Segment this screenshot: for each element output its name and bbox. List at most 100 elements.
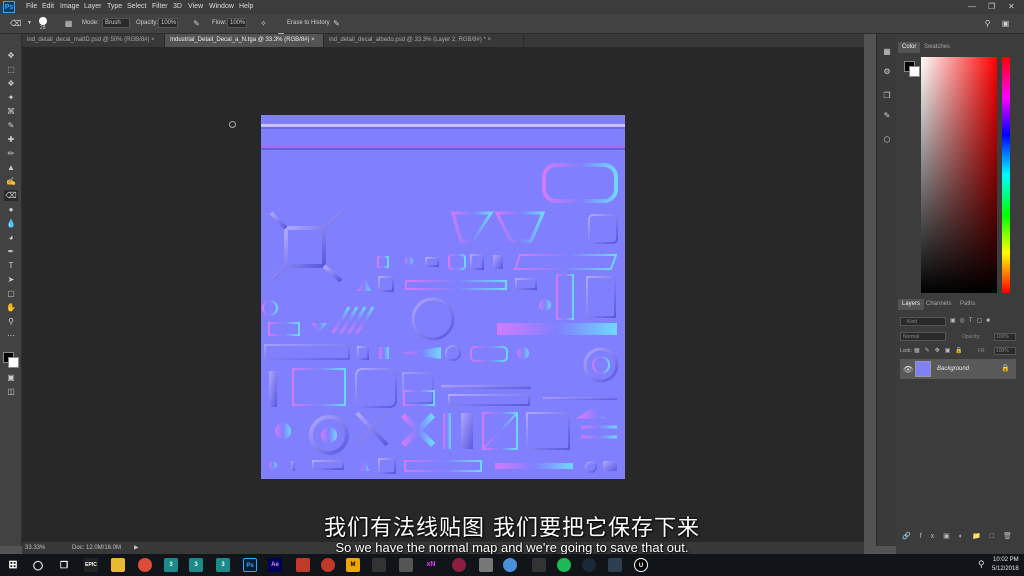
pressure-size-icon[interactable]: ✎ (331, 18, 342, 29)
photoshop-icon[interactable]: Ps (243, 558, 257, 572)
close-icon[interactable]: × (488, 37, 492, 43)
blend-mode-select[interactable]: Normal (900, 332, 946, 341)
menu-image[interactable]: Image (60, 3, 79, 10)
menu-filter[interactable]: Filter (152, 3, 168, 10)
taskbar-date[interactable]: 5/12/2018 (992, 566, 1019, 572)
eyedropper-icon[interactable]: ✎ (4, 120, 18, 131)
background-color-swatch[interactable] (8, 357, 19, 368)
menu-edit[interactable]: Edit (42, 3, 54, 10)
app-icon[interactable] (296, 558, 310, 572)
windows-icon[interactable]: ⊞ (6, 558, 20, 572)
app-icon[interactable] (321, 558, 335, 572)
tab-swatches[interactable]: Swatches (920, 42, 954, 53)
spotify-icon[interactable] (557, 558, 571, 572)
opacity-input[interactable]: 100% (158, 18, 178, 28)
healing-brush-icon[interactable]: ✚ (4, 134, 18, 145)
properties-panel-icon[interactable]: ⚙ (881, 66, 893, 78)
menu-view[interactable]: View (188, 3, 203, 10)
photoshop-logo[interactable]: Ps (3, 1, 15, 13)
zoom-tool-icon[interactable]: ⚲ (4, 316, 18, 327)
close-icon[interactable]: × (311, 37, 315, 43)
eraser-tool-icon[interactable]: ⌫ (10, 18, 21, 29)
color-spectrum[interactable] (921, 57, 997, 293)
menu-type[interactable]: Type (107, 3, 122, 10)
xnormal-icon[interactable]: xN (424, 558, 438, 572)
chevron-down-icon[interactable]: ▼ (24, 18, 35, 29)
menu-select[interactable]: Select (127, 3, 146, 10)
paint-bucket-icon[interactable]: ● (4, 204, 18, 215)
eye-icon[interactable]: 👁 (903, 365, 913, 374)
app-icon[interactable] (608, 558, 622, 572)
menu-file[interactable]: File (26, 3, 37, 10)
epic-icon[interactable]: EPIC (84, 558, 98, 572)
tab-matid[interactable]: ind_detail_decal_matID.psd @ 50% (RGB/8#… (22, 34, 165, 47)
layer-filter-input[interactable]: Kind (900, 317, 946, 326)
background-color-swatch[interactable] (909, 66, 920, 77)
pen-tool-icon[interactable]: ✒ (4, 246, 18, 257)
fill-input[interactable]: 100% (994, 347, 1016, 355)
history-brush-icon[interactable]: ✍ (4, 176, 18, 187)
flow-input[interactable]: 100% (227, 18, 247, 28)
unreal-icon[interactable]: U (634, 558, 648, 572)
app-icon[interactable] (372, 558, 386, 572)
lasso-tool-icon[interactable]: ❖ (4, 78, 18, 89)
blur-tool-icon[interactable]: 💧 (4, 218, 18, 229)
path-selection-icon[interactable]: ➤ (4, 274, 18, 285)
search-icon[interactable]: ⚲ (982, 18, 993, 29)
quick-mask-icon[interactable]: ▣ (4, 372, 18, 383)
hue-slider[interactable] (1002, 57, 1010, 293)
move-tool-icon[interactable]: ✥ (4, 50, 18, 61)
layer-filter-icons[interactable]: ▣◎T▢■ (950, 317, 994, 324)
taskview-icon[interactable]: ❐ (57, 558, 71, 572)
menu-3d[interactable]: 3D (173, 3, 182, 10)
layer-name[interactable]: Background (937, 366, 969, 372)
3dsmax-icon[interactable]: 3 (164, 558, 178, 572)
more-tools-icon[interactable]: ⋯ (4, 330, 18, 341)
app-icon[interactable] (479, 558, 493, 572)
pressure-opacity-icon[interactable]: ✎ (191, 18, 202, 29)
3dsmax-icon[interactable]: 3 (189, 558, 203, 572)
app-icon[interactable] (503, 558, 517, 572)
airbrush-icon[interactable]: ✧ (258, 18, 269, 29)
crop-tool-icon[interactable]: ⌘ (4, 106, 18, 117)
after-effects-icon[interactable]: Ae (268, 558, 282, 572)
menu-window[interactable]: Window (209, 3, 234, 10)
steam-icon[interactable] (582, 558, 596, 572)
tab-albedo[interactable]: ind_detail_decal_albedo.psd @ 33.3% (Lay… (324, 34, 524, 47)
dodge-tool-icon[interactable]: ◕ (4, 232, 18, 243)
history-panel-icon[interactable]: ▦ (881, 46, 893, 58)
tab-color[interactable]: Color (898, 42, 921, 53)
brush-presets-icon[interactable]: ✎ (881, 110, 893, 122)
close-icon[interactable]: ✕ (1008, 2, 1015, 11)
tab-paths[interactable]: Paths (956, 299, 979, 310)
menu-help[interactable]: Help (239, 3, 253, 10)
screen-mode-icon[interactable]: ◫ (4, 386, 18, 397)
3d-panel-icon[interactable]: ⬡ (881, 134, 893, 146)
app-icon[interactable] (532, 558, 546, 572)
tab-normal-map[interactable]: Industrial_Detail_Decal_a_N.tga @ 33.3% … (165, 34, 324, 47)
marquee-tool-icon[interactable]: ⬚ (4, 64, 18, 75)
menu-layer[interactable]: Layer (84, 3, 102, 10)
type-tool-icon[interactable]: T (4, 260, 18, 271)
restore-icon[interactable]: ❐ (988, 2, 995, 11)
marmoset-icon[interactable]: M (346, 558, 360, 572)
search-icon[interactable]: ◯ (31, 558, 45, 572)
clone-source-icon[interactable]: ❐ (881, 90, 893, 102)
normal-map-document[interactable] (261, 115, 625, 479)
clone-stamp-icon[interactable]: ▲ (4, 162, 18, 173)
layer-row-background[interactable]: 👁 Background 🔒 (900, 359, 1016, 379)
explorer-icon[interactable] (111, 558, 125, 572)
tab-channels[interactable]: Channels (922, 299, 955, 310)
brush-preview-icon[interactable] (39, 17, 47, 25)
app-icon[interactable] (399, 558, 413, 572)
network-icon[interactable]: ⚲ (978, 559, 985, 570)
hand-tool-icon[interactable]: ✋ (4, 302, 18, 313)
mode-select[interactable]: Brush (102, 18, 130, 28)
rectangle-tool-icon[interactable]: ▢ (4, 288, 18, 299)
chrome-icon[interactable] (138, 558, 152, 572)
lock-icons[interactable]: ▦✎✥▣🔒 (914, 347, 968, 354)
layer-opacity-input[interactable]: 100% (994, 333, 1016, 341)
tab-layers[interactable]: Layers (898, 299, 925, 310)
eraser-tool-icon[interactable]: ⌫ (4, 190, 18, 201)
workspace-icon[interactable]: ▣ (1000, 18, 1011, 29)
